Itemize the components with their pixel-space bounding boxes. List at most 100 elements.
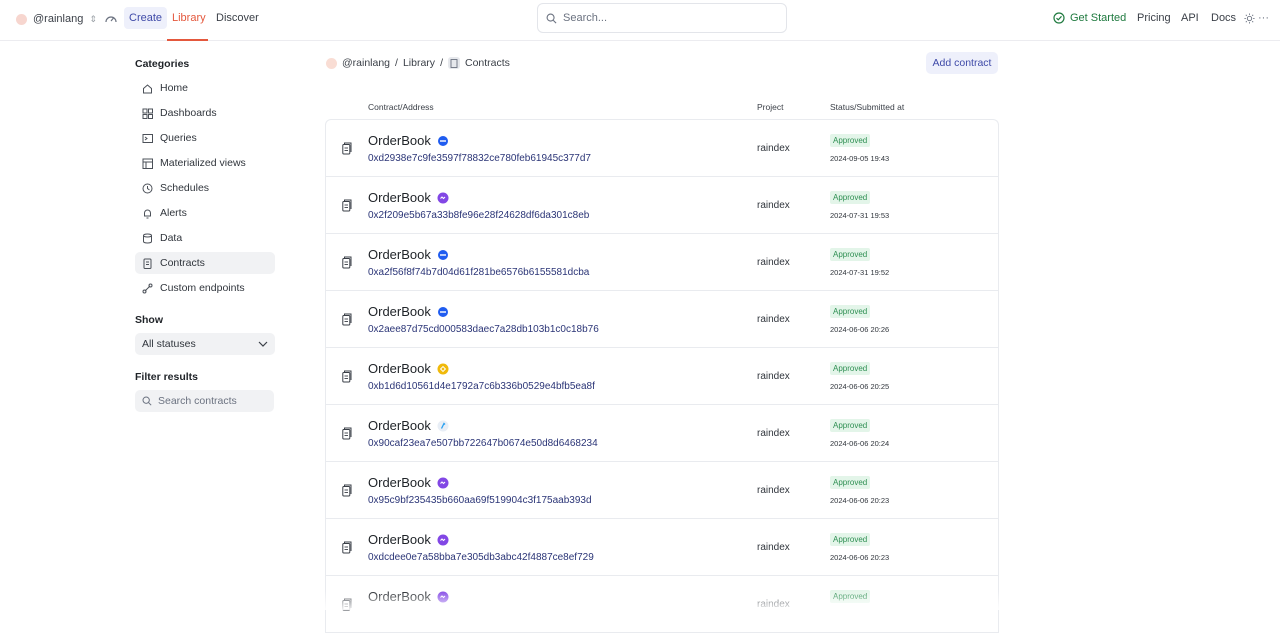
home-icon	[143, 83, 152, 93]
add-contract-button[interactable]: Add contract	[926, 52, 998, 74]
status-select-value: All statuses	[142, 338, 196, 350]
project-name: raindex	[757, 599, 790, 610]
project-name: raindex	[757, 371, 790, 382]
contract-name: OrderBook	[368, 361, 431, 376]
more-menu[interactable]: ···	[1258, 10, 1269, 26]
tab-library[interactable]: Library	[167, 7, 211, 29]
sidebar-item-label: Custom endpoints	[160, 282, 245, 294]
table-row[interactable]: OrderBook 0x95c9bf235435b660aa69f519904c3…	[326, 462, 998, 519]
contract-address[interactable]: 0x90caf23ea7e507bb722647b0674e50d8d64682…	[368, 438, 598, 449]
filter-heading: Filter results	[135, 371, 199, 383]
contract-name: OrderBook	[368, 304, 431, 319]
project-name: raindex	[757, 428, 790, 439]
show-heading: Show	[135, 314, 163, 326]
sidebar-item-data[interactable]: Data	[135, 227, 275, 249]
contract-icon	[447, 57, 460, 69]
sidebar-item-home[interactable]: Home	[135, 77, 275, 99]
get-started-link[interactable]: Get Started	[1053, 10, 1126, 26]
breadcrumb-user[interactable]: @rainlang	[342, 57, 390, 69]
sidebar-item-materialized-views[interactable]: Materialized views	[135, 152, 275, 174]
chevron-down-icon	[258, 341, 268, 347]
contract-address[interactable]: 0xb1d6d10561d4e1792a7c6b336b0529e4bfb5ea…	[368, 381, 595, 392]
sidebar-item-label: Materialized views	[160, 157, 246, 169]
table-row[interactable]: OrderBook 0x2f209e5b67a33b8fe96e28f24628d…	[326, 177, 998, 234]
contract-icon	[342, 484, 352, 497]
sidebar-item-contracts[interactable]: Contracts	[135, 252, 275, 274]
contract-name-cell[interactable]: OrderBook	[368, 361, 449, 376]
database-icon	[143, 233, 152, 243]
sidebar-item-label: Alerts	[160, 207, 187, 219]
polygon-chain-icon	[437, 534, 449, 545]
breadcrumb-separator: /	[395, 57, 398, 69]
status-badge: Approved	[830, 191, 871, 204]
avatar	[326, 57, 337, 69]
table-row[interactable]: OrderBook 0xdcdee0e7a58bba7e305db3abc42f4…	[326, 519, 998, 576]
top-navbar: @rainlang ⇕ Create Library Discover Sear…	[0, 0, 1280, 41]
search-placeholder: Search...	[563, 12, 608, 24]
polygon-chain-icon	[437, 591, 449, 602]
user-switcher[interactable]: @rainlang ⇕	[16, 11, 97, 27]
contract-address[interactable]: 0xa2f56f8f74b7d04d61f281be6576b6155581dc…	[368, 267, 589, 278]
docs-link[interactable]: Docs	[1211, 10, 1236, 26]
pricing-link[interactable]: Pricing	[1137, 10, 1171, 26]
contract-icon	[342, 256, 352, 269]
sidebar-item-label: Data	[160, 232, 183, 244]
contract-icon	[342, 541, 352, 554]
status-select[interactable]: All statuses	[135, 333, 275, 355]
contract-name: OrderBook	[368, 475, 431, 490]
sidebar-item-label: Home	[160, 82, 189, 94]
sidebar-item-dashboards[interactable]: Dashboards	[135, 102, 275, 124]
contract-name-cell[interactable]: OrderBook	[368, 418, 449, 433]
sidebar-item-alerts[interactable]: Alerts	[135, 202, 275, 224]
submitted-at: 2024-07-31 19:53	[830, 211, 890, 220]
contract-icon	[342, 199, 352, 212]
contract-name-cell[interactable]: OrderBook	[368, 589, 449, 604]
speedometer-icon[interactable]	[104, 12, 118, 26]
contract-icon	[143, 258, 152, 269]
search-contracts-placeholder: Search contracts	[158, 395, 237, 407]
breadcrumb-library[interactable]: Library	[403, 57, 435, 69]
table-row[interactable]: OrderBook 0x2aee87d75cd000583daec7a28db10…	[326, 291, 998, 348]
search-contracts-input[interactable]: Search contracts	[135, 390, 274, 412]
sidebar-item-queries[interactable]: Queries	[135, 127, 275, 149]
project-name: raindex	[757, 542, 790, 553]
contract-name-cell[interactable]: OrderBook	[368, 133, 449, 148]
contract-address[interactable]: 0xdcdee0e7a58bba7e305db3abc42f4887ce8ef7…	[368, 552, 594, 563]
api-link[interactable]: API	[1181, 10, 1199, 26]
search-icon	[546, 13, 557, 23]
contract-address[interactable]: 0x95c9bf235435b660aa69f519904c3f175aab39…	[368, 495, 592, 506]
search-input[interactable]: Search...	[537, 3, 787, 33]
contract-name-cell[interactable]: OrderBook	[368, 532, 449, 547]
contract-name-cell[interactable]: OrderBook	[368, 304, 449, 319]
sidebar-item-schedules[interactable]: Schedules	[135, 177, 275, 199]
contract-address[interactable]: 0x2aee87d75cd000583daec7a28db103b1c0c18b…	[368, 324, 599, 335]
column-header-project: Project	[757, 102, 784, 112]
tab-discover[interactable]: Discover	[211, 7, 264, 29]
polygon-chain-icon	[437, 477, 449, 488]
contract-name: OrderBook	[368, 418, 431, 433]
theme-toggle[interactable]	[1244, 10, 1255, 26]
arbitrum-chain-icon	[437, 420, 449, 431]
submitted-at: 2024-07-31 19:52	[830, 268, 890, 277]
table-row[interactable]: OrderBook 0xb1d6d10561d4e1792a7c6b336b052…	[326, 348, 998, 405]
column-header-status: Status/Submitted at	[830, 102, 905, 112]
contract-address[interactable]: 0xd2938e7c9fe3597f78832ce780feb61945c377…	[368, 153, 591, 164]
table-row[interactable]: OrderBook 0xa2f56f8f74b7d04d61f281be6576b…	[326, 234, 998, 291]
status-badge: Approved	[830, 248, 871, 261]
bnb-chain-icon	[437, 363, 449, 374]
submitted-at: 2024-06-06 20:23	[830, 496, 890, 505]
table-row[interactable]: OrderBook 0x90caf23ea7e507bb722647b0674e5…	[326, 405, 998, 462]
contract-name-cell[interactable]: OrderBook	[368, 247, 449, 262]
table-row[interactable]: OrderBook raindex Approved	[326, 576, 998, 633]
contracts-table: OrderBook 0xd2938e7c9fe3597f78832ce780feb…	[325, 119, 999, 633]
sidebar-item-custom-endpoints[interactable]: Custom endpoints	[135, 277, 275, 299]
tab-create[interactable]: Create	[124, 7, 168, 29]
contract-name-cell[interactable]: OrderBook	[368, 190, 449, 205]
contract-icon	[342, 427, 352, 440]
search-icon	[142, 396, 152, 406]
contract-name-cell[interactable]: OrderBook	[368, 475, 449, 490]
table-row[interactable]: OrderBook 0xd2938e7c9fe3597f78832ce780feb…	[326, 120, 998, 177]
submitted-at: 2024-09-05 19:43	[830, 154, 890, 163]
contract-name: OrderBook	[368, 133, 431, 148]
contract-address[interactable]: 0x2f209e5b67a33b8fe96e28f24628df6da301c8…	[368, 210, 589, 221]
